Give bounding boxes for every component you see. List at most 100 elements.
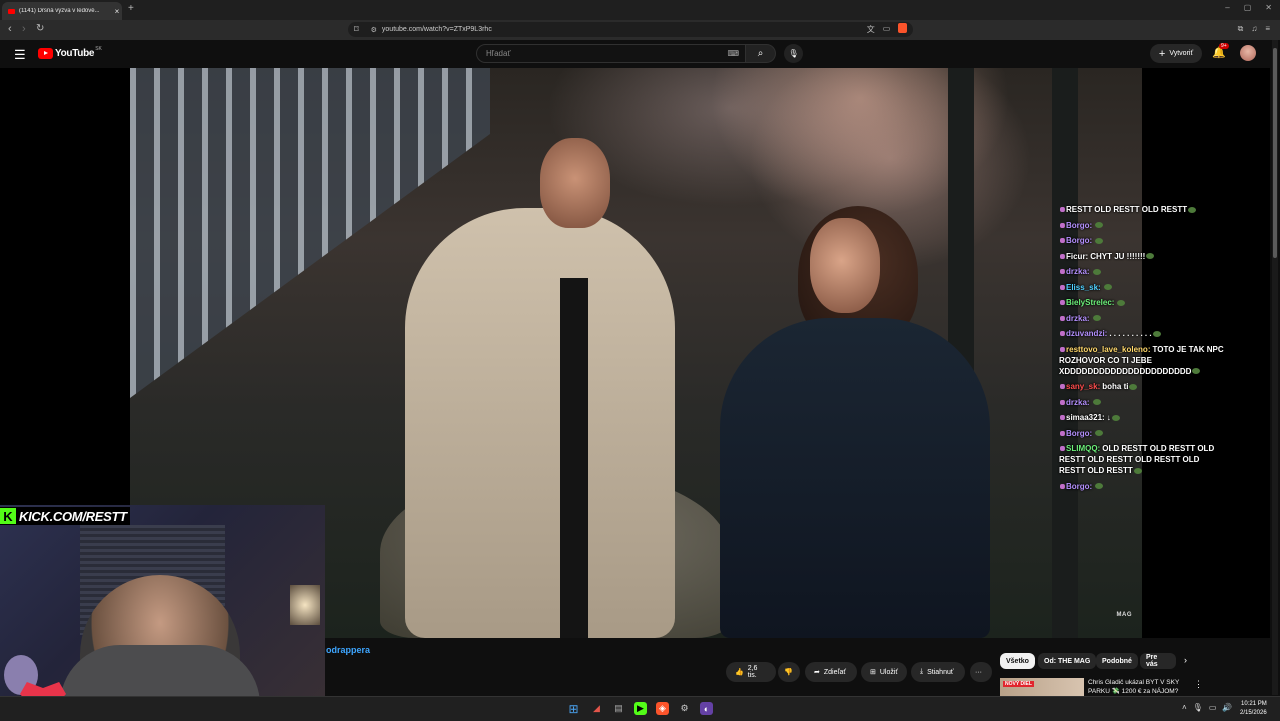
chat-username: simaa321:	[1066, 413, 1105, 422]
kick-logo-icon: K	[0, 508, 16, 524]
system-tray: ˄ 🎙 ▭ 🔊	[1182, 703, 1232, 712]
thumbs-up-icon: 👍	[735, 669, 744, 676]
taskbar-file-explorer-icon[interactable]: ▤	[612, 702, 625, 715]
menu-icon[interactable]: ≡	[1265, 24, 1270, 34]
taskbar-settings-icon[interactable]: ⚙	[678, 702, 691, 715]
like-count: 2,6 tis.	[747, 665, 758, 679]
man-in-jacket	[405, 208, 675, 638]
more-actions-button[interactable]: ···	[970, 662, 992, 682]
account-avatar[interactable]	[1240, 45, 1256, 61]
recommended-thumbnail[interactable]: NOVÝ DIEL	[1000, 678, 1084, 696]
chevron-right-icon[interactable]: ›	[1184, 655, 1187, 665]
maximize-icon[interactable]: ▢	[1244, 3, 1252, 12]
youtube-play-icon	[38, 48, 53, 59]
bookmark-icon[interactable]: ⌑	[354, 24, 359, 35]
user-badge-icon	[1060, 300, 1065, 306]
chat-emote-icon	[1095, 483, 1104, 490]
taskbar-app-icon[interactable]: ◢	[590, 702, 603, 715]
chat-text: OLD RESTT OLD RESTT	[1094, 205, 1188, 214]
reload-icon[interactable]: ↻	[36, 23, 44, 34]
chat-message: Borgo:	[1059, 220, 1225, 231]
brave-shields-icon[interactable]	[898, 23, 907, 33]
more-actions-icon: ···	[975, 668, 982, 676]
close-window-icon[interactable]: ✕	[1265, 3, 1272, 12]
stream-chat-overlay: RESTT OLD RESTT OLD RESTT Borgo: Borgo: Ficu…	[1059, 204, 1225, 496]
chat-emote-icon	[1188, 206, 1197, 213]
extensions-icon[interactable]: ⧉	[1238, 24, 1244, 34]
voice-search-button[interactable]: 🎙	[784, 44, 803, 63]
chat-message: sany_sk: boha ti	[1059, 381, 1225, 392]
forward-icon[interactable]: ›	[22, 23, 26, 35]
kick-banner: K KICK.COM/RESTT	[0, 507, 130, 525]
taskbar-kick-icon[interactable]: ▶	[634, 702, 647, 715]
chip-for-you[interactable]: Pre vás	[1140, 653, 1176, 669]
chat-username: resttovo_lave_koleno:	[1066, 344, 1151, 354]
page-scrollbar[interactable]	[1272, 40, 1278, 695]
chat-emote-icon	[1095, 430, 1104, 437]
chip-related[interactable]: Podobné	[1096, 653, 1138, 669]
search-input[interactable]: Hľadať ⌨	[476, 44, 746, 63]
save-button[interactable]: ⊞ Uložiť	[861, 662, 907, 682]
windows-start-icon[interactable]: ⊞	[567, 702, 580, 716]
search-button[interactable]: ⌕	[746, 44, 776, 63]
translate-icon[interactable]: 文	[867, 24, 875, 35]
chat-emote-icon	[1092, 399, 1101, 406]
chat-message: dzuvandzi:. . . . . . . . . .	[1059, 328, 1225, 339]
user-badge-icon	[1060, 222, 1065, 228]
media-icon[interactable]: ♫	[1251, 24, 1257, 34]
chat-emote-icon	[1103, 284, 1112, 291]
tray-network-icon[interactable]: ▭	[1209, 703, 1217, 712]
youtube-wordmark: YouTube	[55, 48, 95, 59]
cast-icon[interactable]: ▭	[883, 24, 891, 35]
user-badge-icon	[1060, 415, 1065, 421]
clock-date: 2/15/2026	[1240, 710, 1267, 716]
hamburger-menu-icon[interactable]: ☰	[14, 47, 26, 63]
create-button[interactable]: + Vytvoriť	[1150, 44, 1202, 63]
notifications-bell-icon[interactable]: 🔔 9+	[1212, 43, 1229, 59]
user-badge-icon	[1060, 483, 1065, 489]
taskbar-brave-icon[interactable]: ◈	[656, 702, 669, 715]
recommended-video[interactable]: NOVÝ DIEL Chris Gladič ukázal BYT V SKY …	[1000, 678, 1203, 696]
keyboard-icon[interactable]: ⌨	[727, 49, 739, 58]
tray-volume-icon[interactable]: 🔊	[1222, 703, 1232, 712]
taskbar-twitch-icon[interactable]: ◐	[700, 702, 713, 715]
recommended-title[interactable]: Chris Gladič ukázal BYT V SKY PARKU 💸 12…	[1088, 678, 1188, 696]
like-button[interactable]: 👍 2,6 tis.	[726, 662, 776, 682]
url-bar[interactable]: ⌑ ⚙ youtube.com/watch?v=ZTxP9L3rhc 文 ▭ ⇱	[348, 22, 913, 37]
chat-username: Eliss_sk:	[1066, 282, 1101, 292]
browser-tab[interactable]: (1141) Drsná výzva v ledové... ×	[2, 2, 122, 20]
chat-message: drzka:	[1059, 397, 1225, 408]
kick-url: KICK.COM/RESTT	[19, 508, 127, 524]
new-tab-button[interactable]: +	[128, 3, 134, 14]
tab-close-icon[interactable]: ×	[112, 7, 122, 16]
thumbs-down-icon: 👎	[784, 669, 793, 676]
more-vert-icon[interactable]: ⋮	[1194, 679, 1203, 690]
chat-username: BielyStrelec:	[1066, 298, 1115, 307]
chat-username: sany_sk:	[1066, 382, 1101, 391]
chat-message: SLIMQQ: OLD RESTT OLD RESTT OLD RESTT OLD…	[1059, 443, 1225, 476]
channel-name[interactable]: odrappera	[326, 645, 370, 655]
site-info-icon[interactable]: ⚙	[371, 26, 377, 34]
chat-text: boha ti	[1102, 382, 1129, 391]
download-button[interactable]: ⤓ Stiahnuť	[911, 662, 965, 682]
chat-message: drzka:	[1059, 266, 1225, 277]
user-badge-icon	[1060, 269, 1065, 275]
youtube-logo[interactable]: YouTube SK	[38, 46, 102, 59]
chip-all[interactable]: Všetko	[1000, 653, 1035, 669]
chip-from-channel[interactable]: Od: THE MAG	[1038, 653, 1097, 669]
dislike-button[interactable]: 👎	[778, 662, 800, 682]
taskbar-clock[interactable]: 10:21 PM 2/15/2026	[1240, 700, 1267, 718]
share-button[interactable]: ➦ Zdieľať	[805, 662, 857, 682]
video-watermark: MAG	[1116, 612, 1132, 618]
minimize-icon[interactable]: –	[1225, 3, 1229, 12]
user-badge-icon	[1060, 446, 1065, 452]
share-label: Zdieľať	[823, 668, 847, 676]
chat-message: resttovo_lave_koleno: TOTO JE TAK NPC ROZ…	[1059, 344, 1225, 377]
tray-mic-icon[interactable]: 🎙	[1193, 703, 1203, 712]
tray-chevron-icon[interactable]: ˄	[1182, 703, 1187, 712]
windows-taskbar: ⊞ ◢ ▤ ▶ ◈ ⚙ ◐ ˄ 🎙 ▭ 🔊 10:21 PM 2/15/2026	[0, 696, 1280, 721]
chat-message: Borgo:	[1059, 428, 1225, 439]
back-icon[interactable]: ‹	[8, 23, 12, 35]
user-badge-icon	[1060, 430, 1065, 436]
url-text[interactable]: youtube.com/watch?v=ZTxP9L3rhc	[382, 26, 492, 33]
